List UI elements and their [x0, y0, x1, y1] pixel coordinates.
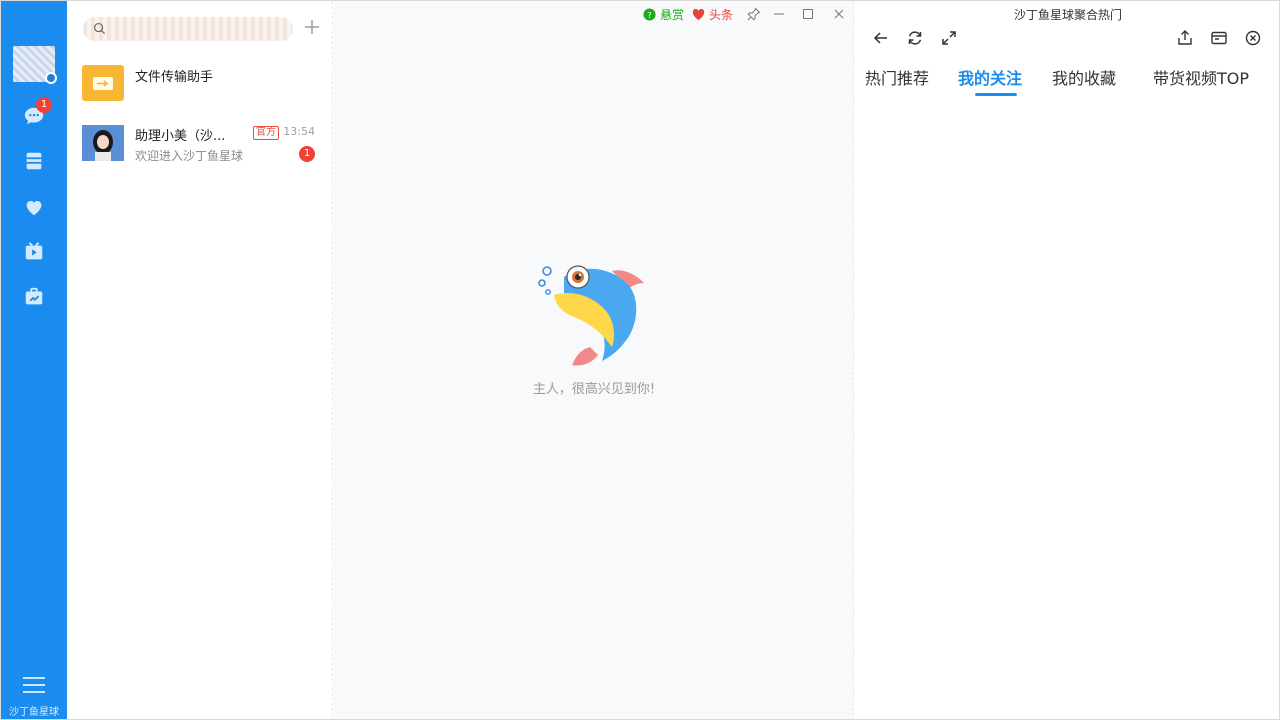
active-tab-indicator: [975, 93, 1017, 96]
brand-label: 沙丁鱼星球: [9, 707, 59, 718]
refresh-icon: [908, 31, 922, 45]
contacts-book-icon: [26, 152, 42, 170]
chat-unread-badge: 1: [36, 97, 52, 113]
share-button[interactable]: [1176, 29, 1194, 47]
sardine-mascot-icon: [538, 265, 644, 366]
arrow-left-icon: [873, 32, 887, 44]
panel-close-button[interactable]: [1244, 29, 1262, 47]
unread-badge: 1: [299, 146, 315, 162]
toolbox-icon: [25, 287, 43, 305]
expand-icon: [942, 31, 956, 45]
browser-button[interactable]: [1210, 29, 1228, 47]
hot-panel: 沙丁鱼星球聚合热门 热门推荐 我的关注 我的收藏 带货视频TOP: [855, 1, 1279, 719]
conversation-item-assistant[interactable]: 助理小美（沙... 官方 13:54 欢迎进入沙丁鱼星球 1: [67, 119, 333, 175]
add-icon[interactable]: [303, 18, 321, 36]
girl-portrait-icon: [82, 125, 124, 161]
search-icon: [93, 22, 106, 35]
headlines-label: 头条: [709, 8, 734, 22]
panel-title: 沙丁鱼星球聚合热门: [1013, 8, 1122, 22]
close-circle-icon: [1245, 30, 1261, 46]
official-badge: 官方: [253, 126, 279, 140]
headlines-button[interactable]: 头条: [692, 6, 733, 23]
back-button[interactable]: [872, 29, 890, 47]
heart-icon: [692, 8, 705, 21]
bounty-button[interactable]: ? 悬赏: [643, 6, 684, 23]
left-rail: 1 沙丁鱼星球: [1, 1, 67, 719]
status-dot: [45, 72, 57, 84]
conversation-name: 助理小美（沙...: [135, 129, 226, 144]
welcome-text: 主人，很高兴见到你!: [532, 382, 656, 397]
conversation-preview: 欢迎进入沙丁鱼星球: [135, 149, 244, 163]
assistant-avatar: [82, 125, 124, 161]
close-icon[interactable]: [832, 7, 846, 21]
conversation-item-file-transfer[interactable]: 文件传输助手: [67, 59, 333, 115]
svg-text:?: ?: [647, 10, 651, 20]
share-icon: [1178, 30, 1192, 45]
video-icon: [25, 242, 43, 260]
folder-transfer-icon: [93, 77, 113, 90]
conversation-time: 13:54: [283, 125, 315, 138]
expand-button[interactable]: [940, 29, 958, 47]
rail-tools-button[interactable]: [22, 286, 46, 308]
search-input[interactable]: [83, 17, 293, 41]
tab-product-video-top[interactable]: 带货视频TOP: [1153, 65, 1249, 89]
heart-icon: [26, 201, 42, 216]
pin-icon[interactable]: [747, 7, 761, 21]
minimize-icon[interactable]: [772, 7, 786, 21]
rail-favorites-button[interactable]: [22, 196, 46, 218]
browser-window-icon: [1211, 31, 1227, 45]
app-window: 1 沙丁鱼星球 文件传输助手 助理小美（沙... 官方 13:54 欢迎进入沙丁…: [0, 0, 1280, 720]
rail-chat-button[interactable]: 1: [22, 97, 52, 127]
rail-video-button[interactable]: [22, 241, 46, 263]
file-transfer-avatar: [82, 65, 124, 101]
panel-tabs: 热门推荐 我的关注 我的收藏 带货视频TOP: [855, 65, 1279, 99]
tab-hot-recommend[interactable]: 热门推荐: [865, 65, 929, 89]
refresh-button[interactable]: [906, 29, 924, 47]
bounty-icon: ?: [643, 8, 656, 21]
tab-my-favorites[interactable]: 我的收藏: [1052, 65, 1116, 89]
conversation-list: 文件传输助手 助理小美（沙... 官方 13:54 欢迎进入沙丁鱼星球 1: [67, 1, 333, 719]
conversation-name: 文件传输助手: [135, 70, 214, 85]
title-bar: ? 悬赏 头条: [334, 1, 854, 29]
bounty-label: 悬赏: [660, 8, 685, 22]
user-avatar[interactable]: [13, 46, 57, 84]
menu-icon[interactable]: [23, 677, 45, 695]
tab-my-follow[interactable]: 我的关注: [958, 65, 1022, 89]
chat-area: ? 悬赏 头条 主人，很高兴见到你!: [334, 1, 854, 719]
maximize-icon[interactable]: [801, 7, 815, 21]
rail-contacts-button[interactable]: [22, 150, 46, 172]
